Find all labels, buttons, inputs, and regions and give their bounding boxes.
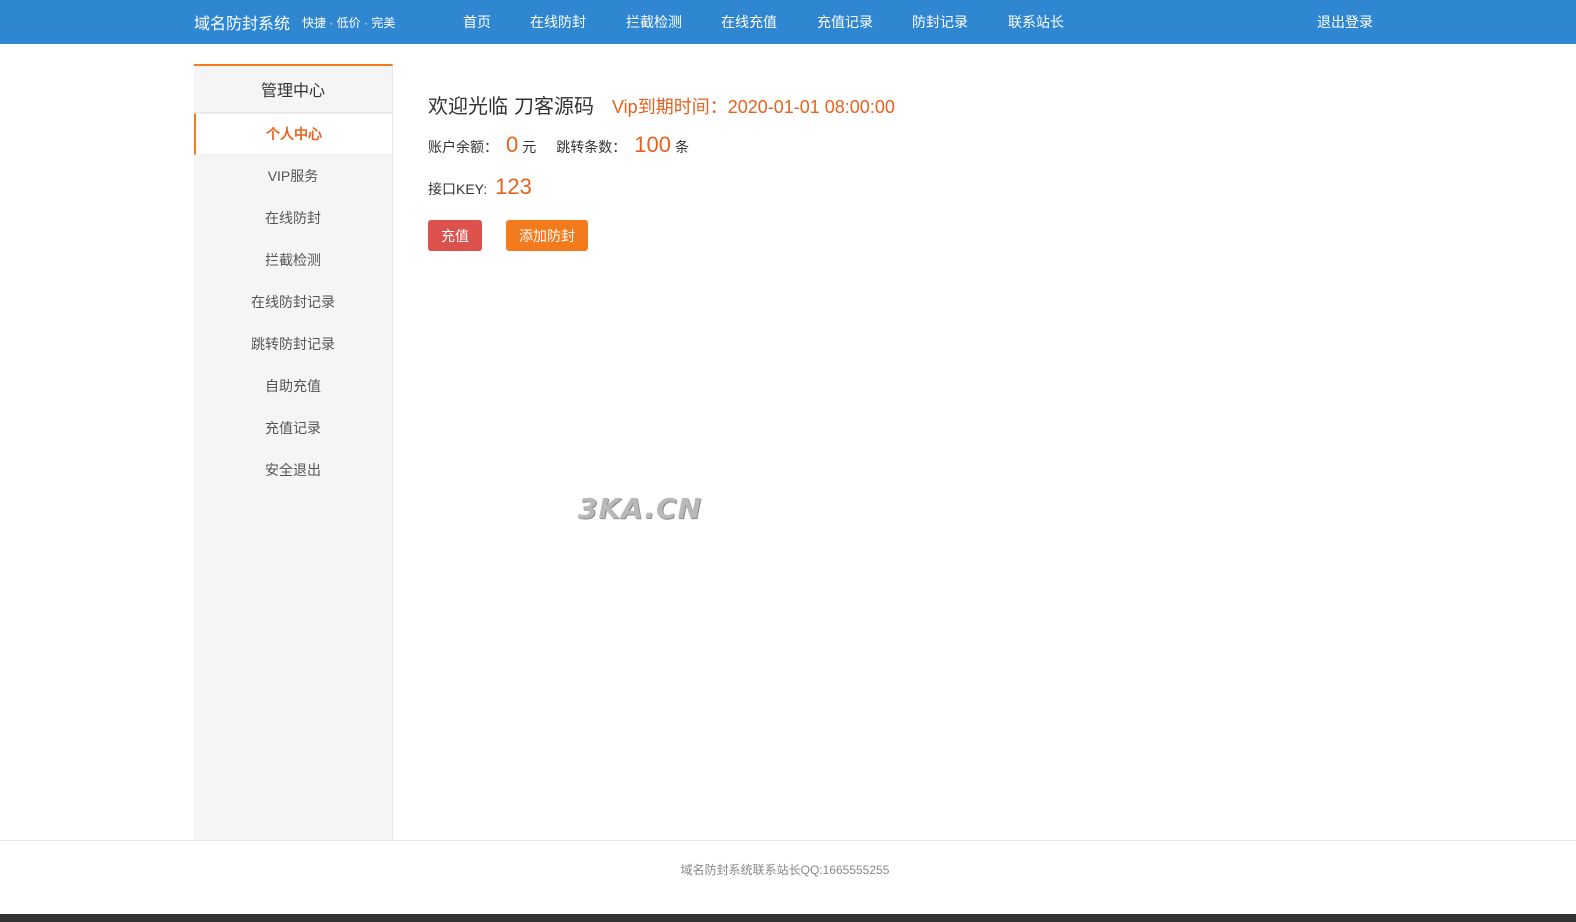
welcome-text: 欢迎光临 — [428, 96, 508, 118]
brand-slogan: 快捷 · 低价 · 完美 — [302, 15, 396, 30]
nav-online-recharge[interactable]: 在线充值 — [721, 12, 777, 32]
api-key-value: 123 — [495, 174, 532, 199]
nav-home[interactable]: 首页 — [463, 12, 491, 32]
brand[interactable]: 域名防封系统 快捷 · 低价 · 完美 — [194, 0, 395, 44]
stats-line: 账户余额： 0 元 跳转条数： 100 条 — [428, 132, 1428, 166]
nav-online-protect[interactable]: 在线防封 — [530, 12, 586, 32]
action-buttons: 充值 添加防封 — [428, 220, 1428, 251]
welcome-line: 欢迎光临 刀客源码 Vip到期时间： 2020-01-01 08:00:00 — [428, 90, 1428, 124]
vip-label: Vip到期时间： — [612, 97, 728, 117]
api-key-label: 接口KEY: — [428, 181, 488, 197]
nav-contact-admin[interactable]: 联系站长 — [1008, 12, 1064, 32]
jumps-unit: 条 — [674, 139, 689, 155]
logout-link[interactable]: 退出登录 — [1317, 0, 1373, 44]
sidebar: 管理中心 个人中心 VIP服务 在线防封 拦截检测 在线防封记录 跳转防封记录 … — [194, 64, 393, 841]
api-key-line: 接口KEY: 123 — [428, 174, 1428, 210]
main-nav: 首页 在线防封 拦截检测 在线充值 充值记录 防封记录 联系站长 — [463, 0, 1064, 44]
nav-recharge-records[interactable]: 充值记录 — [817, 12, 873, 32]
sidebar-item-jump-protect-records[interactable]: 跳转防封记录 — [194, 323, 392, 365]
sidebar-item-personal-center[interactable]: 个人中心 — [194, 113, 392, 155]
footer: 域名防封系统联系站长QQ:1665555255 — [0, 840, 1576, 916]
balance-unit: 元 — [522, 139, 537, 155]
sidebar-item-vip-service[interactable]: VIP服务 — [194, 155, 392, 197]
bottom-bar — [0, 914, 1576, 922]
sidebar-item-self-recharge[interactable]: 自助充值 — [194, 365, 392, 407]
jumps-label: 跳转条数： — [556, 139, 627, 155]
balance-label: 账户余额： — [428, 139, 498, 155]
sidebar-item-recharge-records[interactable]: 充值记录 — [194, 407, 392, 449]
sidebar-item-online-protect-records[interactable]: 在线防封记录 — [194, 281, 392, 323]
main-content: 欢迎光临 刀客源码 Vip到期时间： 2020-01-01 08:00:00 账… — [428, 90, 1428, 251]
top-navbar: 域名防封系统 快捷 · 低价 · 完美 首页 在线防封 拦截检测 在线充值 充值… — [0, 0, 1576, 44]
balance-value: 0 — [506, 132, 519, 157]
vip-expire-date: 2020-01-01 08:00:00 — [727, 97, 895, 117]
footer-text: 域名防封系统联系站长QQ:1665555255 — [680, 863, 890, 877]
watermark-logo: 3KA.CN — [578, 492, 702, 525]
jumps-value: 100 — [634, 132, 671, 157]
username: 刀客源码 — [514, 96, 594, 118]
recharge-button[interactable]: 充值 — [428, 220, 482, 251]
sidebar-item-online-protect[interactable]: 在线防封 — [194, 197, 392, 239]
sidebar-item-safe-exit[interactable]: 安全退出 — [194, 449, 392, 491]
add-protection-button[interactable]: 添加防封 — [506, 220, 588, 251]
nav-block-check[interactable]: 拦截检测 — [626, 12, 682, 32]
brand-title[interactable]: 域名防封系统 — [194, 10, 290, 34]
sidebar-item-block-check[interactable]: 拦截检测 — [194, 239, 392, 281]
sidebar-title: 管理中心 — [194, 66, 392, 113]
nav-protect-records[interactable]: 防封记录 — [912, 12, 968, 32]
